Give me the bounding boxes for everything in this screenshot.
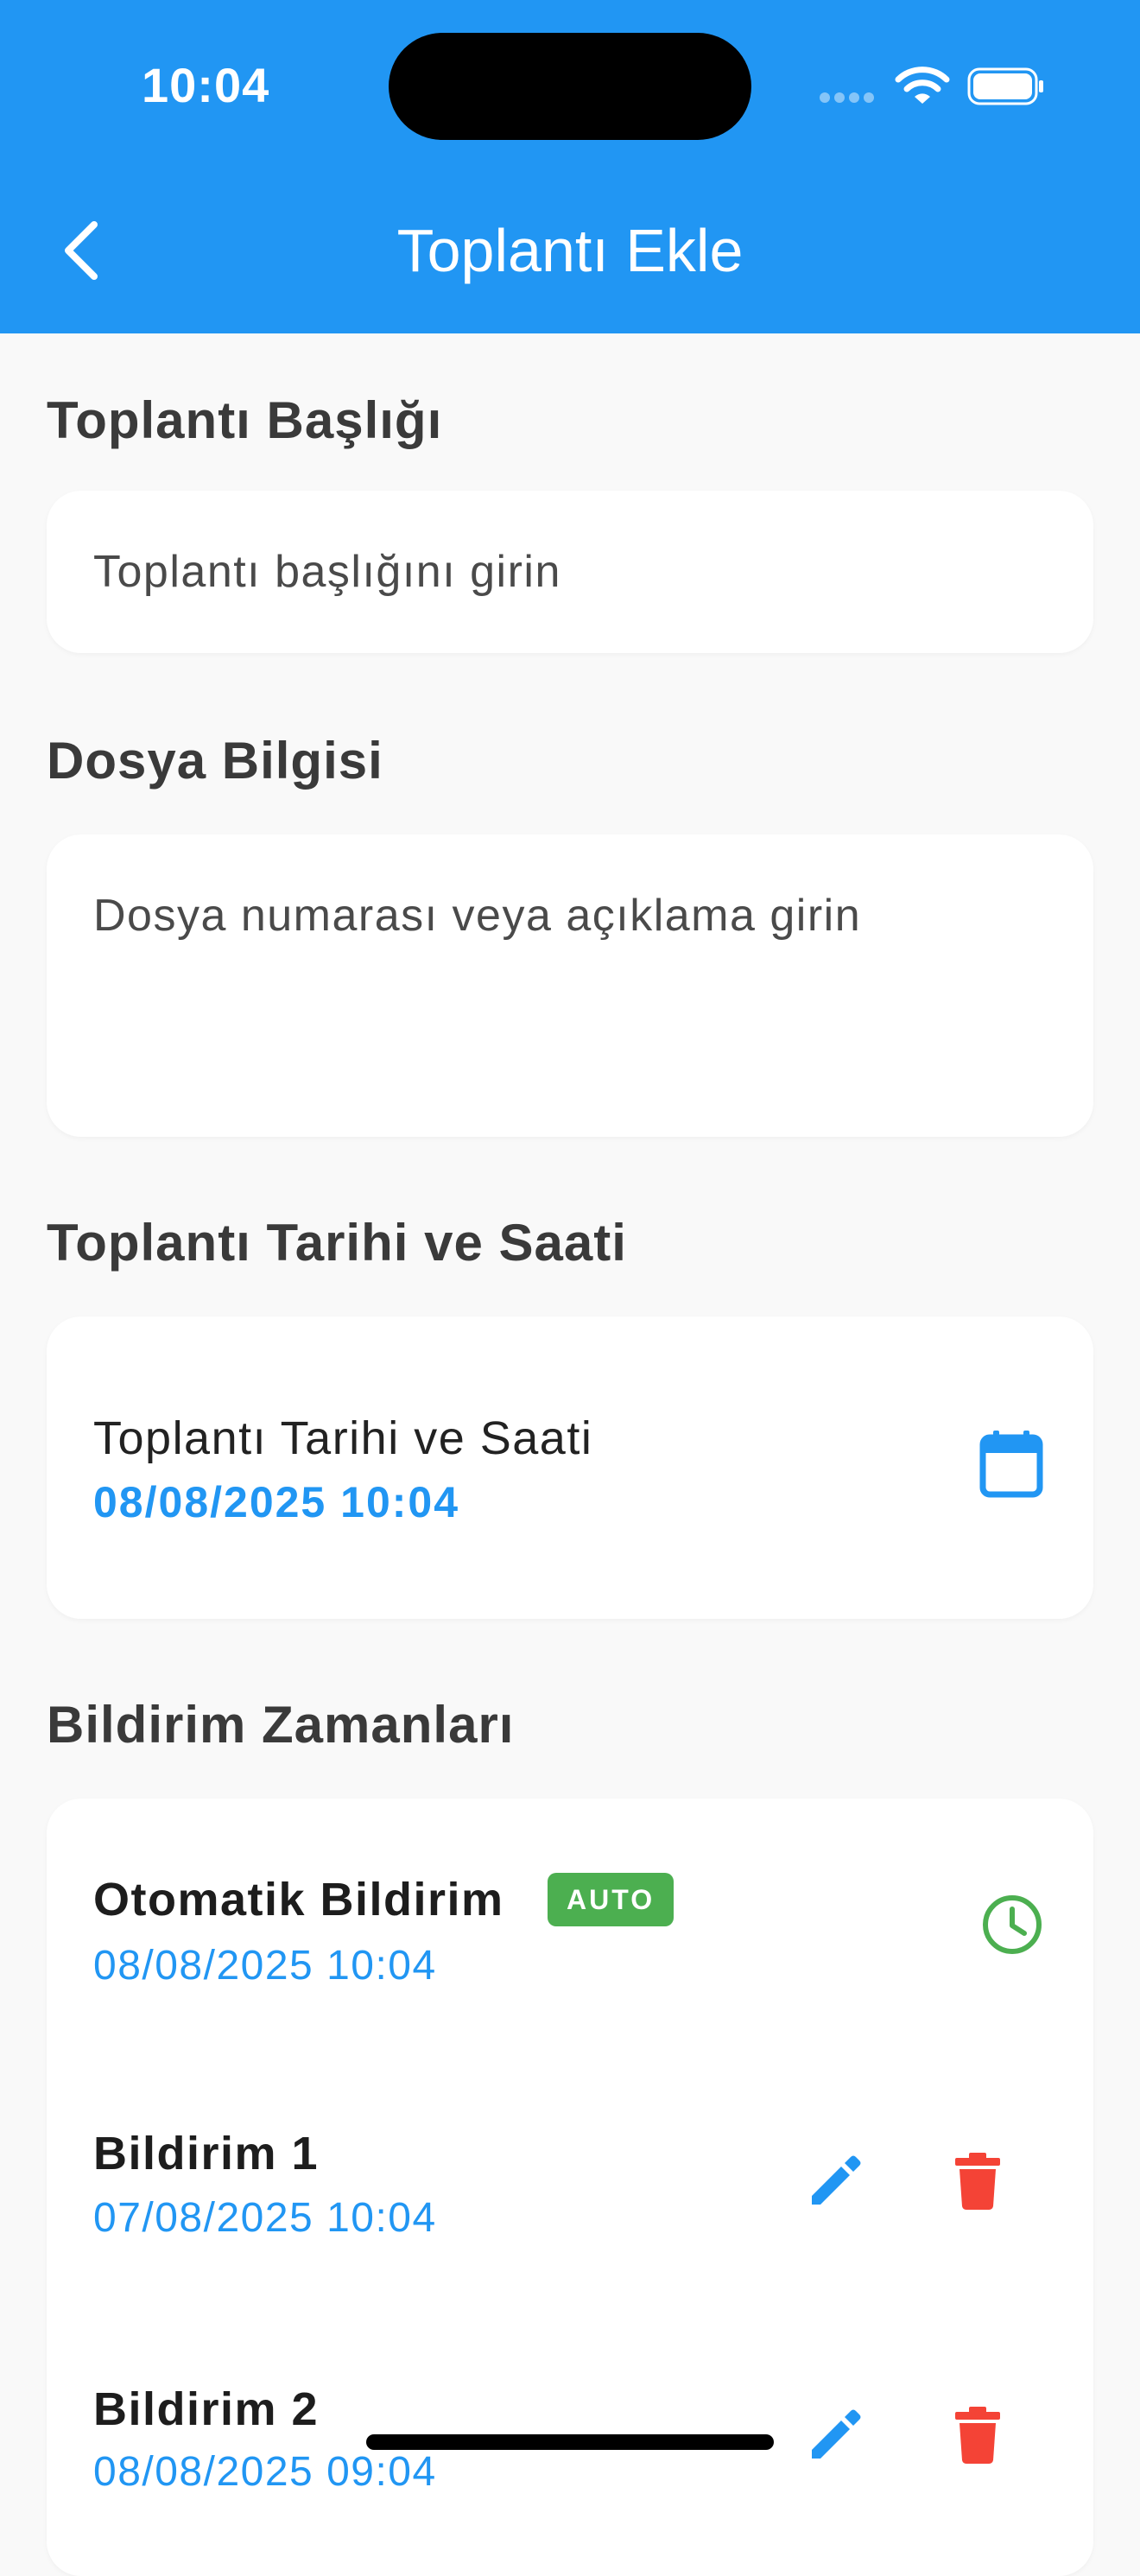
datetime-picker[interactable]: Toplantı Tarihi ve Saati 08/08/2025 10:0…	[47, 1317, 1093, 1619]
notification-title: Bildirim 1	[93, 2128, 320, 2179]
notification-title: Bildirim 2	[93, 2383, 320, 2435]
wifi-icon	[895, 67, 950, 104]
page-title: Toplantı Ekle	[396, 217, 744, 284]
calendar-icon	[979, 1431, 1043, 1498]
clock-icon	[983, 1895, 1042, 1954]
trash-icon	[955, 2407, 1000, 2464]
trash-icon	[955, 2153, 1000, 2210]
pencil-icon	[812, 2409, 861, 2459]
app-bar: 10:04 Toplantı Ekle	[0, 0, 1140, 333]
delete-notification-button[interactable]	[953, 2151, 1002, 2216]
edit-notification-button[interactable]	[807, 2153, 864, 2214]
status-time: 10:04	[142, 58, 270, 112]
notification-title: Otomatik Bildirim	[93, 1874, 504, 1926]
notification-date: 08/08/2025 10:04	[93, 1943, 437, 1989]
datetime-value: 08/08/2025 10:04	[93, 1478, 460, 1526]
notification-date: 07/08/2025 10:04	[93, 2195, 437, 2241]
file-info-input[interactable]: Dosya numarası veya açıklama girin	[47, 834, 1093, 1137]
dynamic-island	[389, 33, 751, 140]
file-info-placeholder: Dosya numarası veya açıklama girin	[93, 891, 862, 941]
battery-icon	[967, 67, 1043, 105]
notifications-section-label: Bildirim Zamanları	[47, 1696, 515, 1754]
datetime-section-label: Toplantı Tarihi ve Saati	[47, 1214, 627, 1272]
meeting-title-label: Toplantı Başlığı	[47, 391, 443, 449]
datetime-card-label: Toplantı Tarihi ve Saati	[93, 1412, 593, 1464]
auto-badge: AUTO	[548, 1873, 674, 1926]
meeting-title-placeholder: Toplantı başlığını girin	[93, 547, 561, 597]
file-info-label: Dosya Bilgisi	[47, 732, 383, 790]
notification-date: 08/08/2025 09:04	[93, 2449, 437, 2495]
notifications-card: Otomatik Bildirim AUTO 08/08/2025 10:04 …	[47, 1799, 1093, 2576]
home-indicator[interactable]	[366, 2434, 774, 2450]
edit-notification-button[interactable]	[807, 2407, 864, 2468]
delete-notification-button[interactable]	[953, 2405, 1002, 2470]
pencil-icon	[812, 2155, 861, 2205]
cellular-signal-icon	[820, 92, 874, 103]
meeting-title-input[interactable]: Toplantı başlığını girin	[47, 491, 1093, 653]
